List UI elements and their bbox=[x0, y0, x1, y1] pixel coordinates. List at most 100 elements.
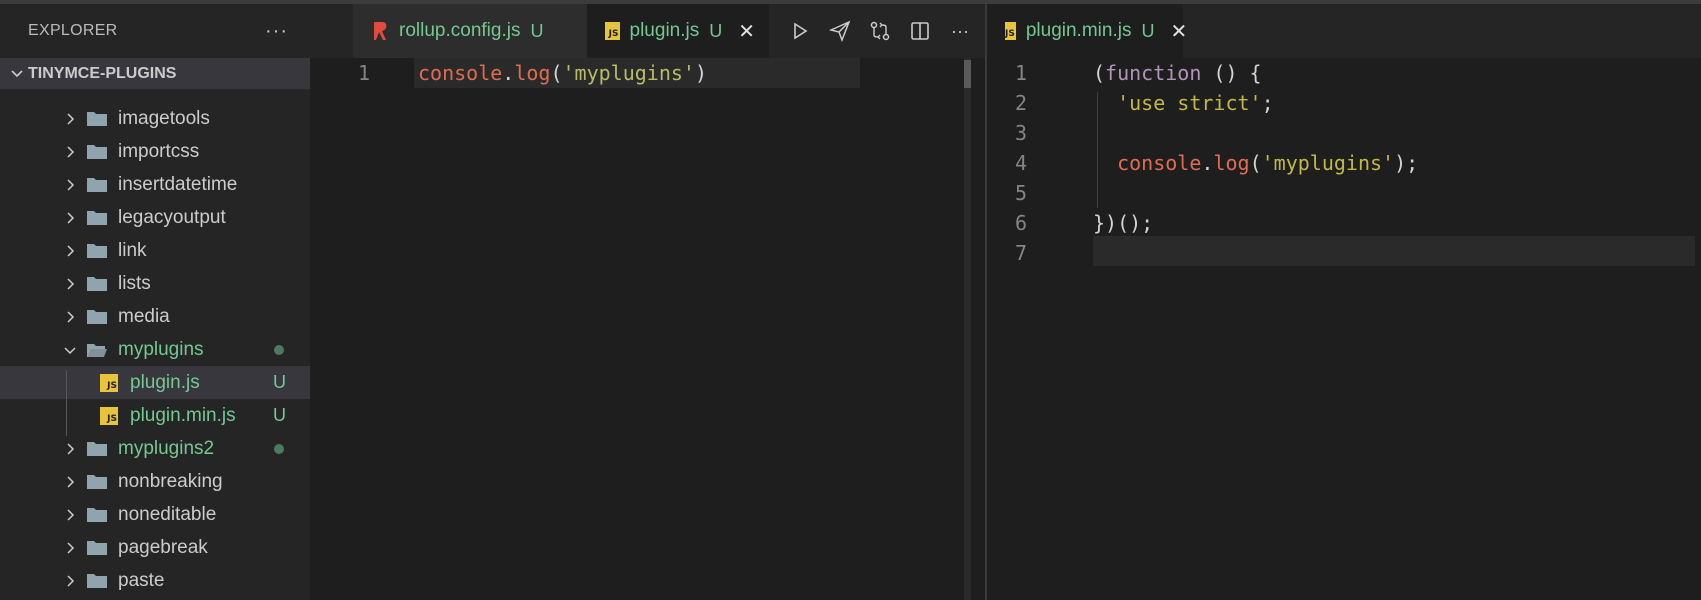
tree-item-label: pagebreak bbox=[118, 536, 208, 558]
folder-item[interactable]: noneditable bbox=[0, 498, 310, 531]
tree-item-label: plugin.min.js bbox=[130, 404, 236, 426]
code-line: 'use strict'; bbox=[1117, 91, 1274, 115]
vertical-scrollbar[interactable] bbox=[964, 58, 971, 600]
chevron-right-icon bbox=[60, 439, 80, 459]
line-number: 3 bbox=[1014, 121, 1027, 145]
tree-item-label: insertdatetime bbox=[118, 173, 238, 195]
folder-item[interactable]: nonbreaking bbox=[0, 465, 310, 498]
chevron-right-icon bbox=[60, 274, 80, 294]
run-icon[interactable] bbox=[789, 20, 811, 42]
editor-actions: ··· bbox=[789, 4, 985, 58]
tree-item-label: link bbox=[118, 239, 147, 261]
close-icon[interactable]: ✕ bbox=[1170, 19, 1187, 44]
indent-guide bbox=[66, 370, 67, 436]
line-number: 5 bbox=[1014, 181, 1027, 205]
modified-indicator bbox=[274, 443, 284, 454]
tab-label: rollup.config.js bbox=[399, 20, 521, 41]
compare-changes-icon[interactable] bbox=[869, 20, 891, 42]
folder-item[interactable]: imagetools bbox=[0, 102, 310, 135]
file-item[interactable]: JS plugin.js U bbox=[0, 366, 310, 399]
chevron-right-icon bbox=[60, 472, 80, 492]
chevron-down-icon bbox=[6, 67, 28, 81]
modified-indicator bbox=[274, 344, 284, 355]
chevron-right-icon bbox=[60, 208, 80, 228]
code-line: console.log('myplugins') bbox=[418, 61, 708, 85]
line-number: 1 bbox=[1014, 61, 1027, 85]
folder-icon bbox=[86, 242, 108, 260]
tree-item-label: media bbox=[118, 305, 170, 327]
js-icon: JS bbox=[605, 22, 620, 40]
tree-item-label: myplugins2 bbox=[118, 437, 215, 459]
folder-item[interactable]: paste bbox=[0, 564, 310, 597]
tree-item-label: nonbreaking bbox=[118, 470, 223, 492]
tree-item-label: noneditable bbox=[118, 503, 217, 525]
explorer-sidebar: EXPLORER ··· TINYMCE-PLUGINS imagetools i… bbox=[0, 4, 310, 600]
untracked-badge: U bbox=[709, 20, 723, 41]
tree-item-label: lists bbox=[118, 272, 151, 294]
line-number: 7 bbox=[1014, 241, 1027, 265]
chevron-right-icon bbox=[60, 175, 80, 195]
chevron-right-icon bbox=[60, 307, 80, 327]
js-icon: JS bbox=[1005, 22, 1016, 40]
line-number: 2 bbox=[1014, 91, 1027, 115]
explorer-more-icon[interactable]: ··· bbox=[265, 20, 288, 43]
folder-item[interactable]: link bbox=[0, 234, 310, 267]
more-icon[interactable]: ··· bbox=[949, 20, 971, 42]
line-number: 4 bbox=[1014, 151, 1027, 175]
folder-item[interactable]: myplugins bbox=[0, 333, 310, 366]
untracked-badge: U bbox=[530, 20, 544, 41]
chevron-right-icon bbox=[60, 505, 80, 525]
folder-item[interactable]: insertdatetime bbox=[0, 168, 310, 201]
current-line-highlight bbox=[1093, 236, 1695, 266]
explorer-header: EXPLORER ··· bbox=[0, 4, 310, 58]
scrollbar-thumb[interactable] bbox=[964, 60, 971, 88]
tree-item-label: importcss bbox=[118, 140, 200, 162]
send-icon[interactable] bbox=[829, 20, 851, 42]
chevron-right-icon bbox=[60, 142, 80, 162]
tab-bar-right: JS plugin.min.js U ✕ bbox=[987, 4, 1701, 58]
tab-label: plugin.js bbox=[629, 20, 700, 41]
folder-icon bbox=[86, 110, 108, 128]
folder-icon bbox=[86, 176, 108, 194]
folder-item[interactable]: pagebreak bbox=[0, 531, 310, 564]
code-line: })(); bbox=[1093, 211, 1154, 235]
chevron-right-icon bbox=[60, 571, 80, 591]
untracked-badge: U bbox=[273, 372, 286, 392]
split-editor-icon[interactable] bbox=[909, 20, 931, 42]
folder-item[interactable]: myplugins2 bbox=[0, 432, 310, 465]
line-number: 1 bbox=[357, 61, 370, 85]
folder-item[interactable]: lists bbox=[0, 267, 310, 300]
tab-plugin-js[interactable]: JS plugin.js U ✕ bbox=[587, 4, 769, 58]
folder-icon bbox=[86, 308, 108, 326]
folder-item[interactable]: importcss bbox=[0, 135, 310, 168]
folder-icon bbox=[86, 275, 108, 293]
folder-item[interactable]: media bbox=[0, 300, 310, 333]
editor-group-right: JS plugin.min.js U ✕ 1 (function () {2 'u… bbox=[987, 4, 1701, 600]
folder-open-icon bbox=[86, 341, 108, 359]
untracked-badge: U bbox=[273, 405, 286, 425]
line-number: 6 bbox=[1014, 211, 1027, 235]
rollup-icon bbox=[374, 22, 387, 40]
tree-item-label: paste bbox=[118, 569, 165, 591]
chevron-right-icon bbox=[60, 538, 80, 558]
workspace-section-header[interactable]: TINYMCE-PLUGINS bbox=[0, 58, 310, 90]
folder-item[interactable]: legacyoutput bbox=[0, 201, 310, 234]
close-icon[interactable]: ✕ bbox=[738, 19, 755, 44]
folder-icon bbox=[86, 209, 108, 227]
file-tree: imagetools importcss insertdatetime legacyo… bbox=[0, 90, 310, 597]
tab-plugin-min-js[interactable]: JS plugin.min.js U ✕ bbox=[987, 4, 1187, 58]
tree-item-label: myplugins bbox=[118, 338, 204, 360]
file-item[interactable]: JS plugin.min.js U bbox=[0, 399, 310, 432]
folder-icon bbox=[86, 473, 108, 491]
chevron-right-icon bbox=[60, 109, 80, 129]
explorer-title: EXPLORER bbox=[28, 22, 118, 39]
folder-icon bbox=[86, 539, 108, 557]
folder-icon bbox=[86, 143, 108, 161]
folder-icon bbox=[86, 572, 108, 590]
editor-group-left: rollup.config.js U JS plugin.js U ✕ ··· … bbox=[310, 4, 985, 600]
folder-icon bbox=[86, 440, 108, 458]
chevron-down-icon bbox=[60, 340, 80, 360]
untracked-badge: U bbox=[1141, 20, 1155, 41]
js-icon: JS bbox=[98, 406, 120, 425]
tab-rollup-config[interactable]: rollup.config.js U bbox=[353, 4, 587, 58]
